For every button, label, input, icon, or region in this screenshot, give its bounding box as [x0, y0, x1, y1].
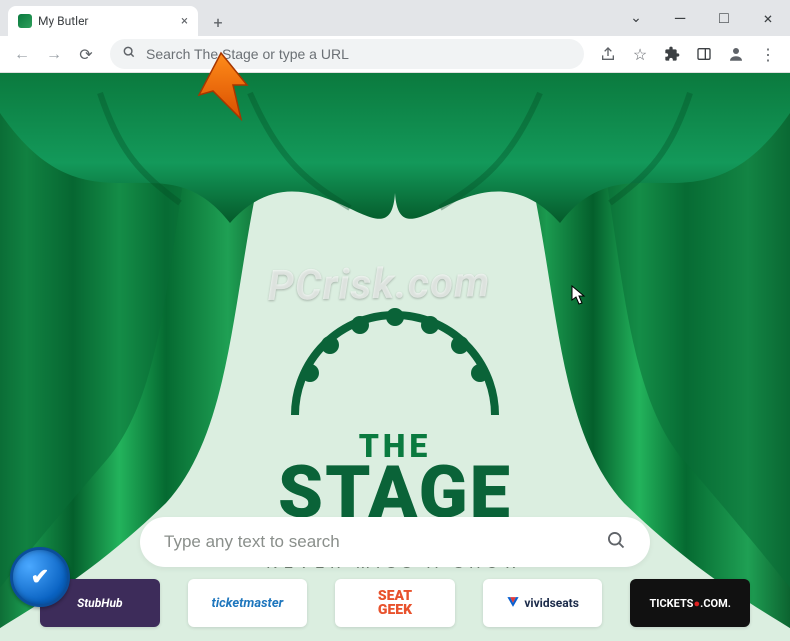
search-icon	[122, 45, 136, 63]
vivid-v-icon	[506, 595, 520, 612]
bookmark-icon[interactable]: ☆	[626, 40, 654, 68]
tab-title: My Butler	[38, 14, 89, 28]
back-button[interactable]: ←	[8, 40, 36, 68]
page-content: THE STAGE NEVER MISS A SHOW StubHub tick…	[0, 73, 790, 641]
profile-icon[interactable]	[722, 40, 750, 68]
dome-icon	[275, 295, 515, 415]
quick-links-row: StubHub ticketmaster SEATGEEK vividseats…	[0, 579, 790, 627]
share-icon[interactable]	[594, 40, 622, 68]
omnibox-input[interactable]	[146, 46, 572, 62]
search-box[interactable]	[140, 517, 650, 567]
favicon-icon	[18, 14, 32, 28]
tab-active[interactable]: My Butler ×	[8, 6, 198, 36]
link-tickets[interactable]: TICKETS●.COM.	[630, 579, 750, 627]
close-tab-icon[interactable]: ×	[181, 14, 188, 29]
link-vividseats-label: vividseats	[524, 596, 579, 610]
link-stubhub[interactable]: StubHub	[40, 579, 160, 627]
window-controls: ⌄ — □ ×	[614, 0, 790, 36]
chevron-down-icon[interactable]: ⌄	[614, 3, 658, 33]
maximize-button[interactable]: □	[702, 3, 746, 33]
curtain-top	[0, 73, 790, 263]
new-tab-button[interactable]: +	[204, 8, 232, 36]
minimize-button[interactable]: —	[658, 3, 702, 33]
sidepanel-icon[interactable]	[690, 40, 718, 68]
link-vividseats[interactable]: vividseats	[483, 579, 603, 627]
link-seatgeek-label: SEATGEEK	[378, 589, 412, 617]
link-ticketmaster-label: ticketmaster	[212, 596, 284, 611]
browser-chrome: My Butler × + ⌄ — □ × ← → ⟳ ☆	[0, 0, 790, 73]
omnibox[interactable]	[110, 39, 584, 69]
extensions-icon[interactable]	[658, 40, 686, 68]
link-tickets-label: TICKETS●.COM.	[649, 597, 730, 610]
link-stubhub-label: StubHub	[77, 596, 122, 610]
link-seatgeek[interactable]: SEATGEEK	[335, 579, 455, 627]
reload-button[interactable]: ⟳	[72, 40, 100, 68]
link-ticketmaster[interactable]: ticketmaster	[188, 579, 308, 627]
toolbar-right: ☆ ⋮	[594, 40, 782, 68]
forward-button[interactable]: →	[40, 40, 68, 68]
menu-icon[interactable]: ⋮	[754, 40, 782, 68]
nav-bar: ← → ⟳ ☆ ⋮	[0, 36, 790, 73]
close-window-button[interactable]: ×	[746, 3, 790, 33]
search-input[interactable]	[164, 532, 606, 552]
search-submit-icon[interactable]	[606, 530, 626, 555]
